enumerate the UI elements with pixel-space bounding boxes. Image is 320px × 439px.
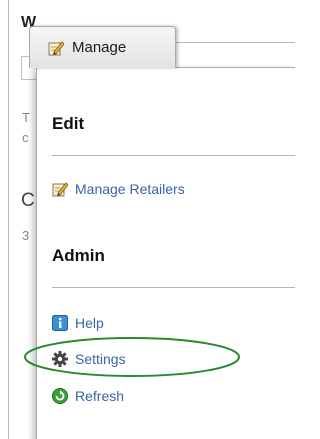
background-big-letter: C [21, 190, 35, 211]
manage-dropdown-panel: Edit Manage Retailers Admin Help Setting… [36, 67, 295, 439]
admin-section-title: Admin [52, 246, 105, 265]
manage-tab-label: Manage [72, 39, 127, 56]
background-small-digit: 3 [22, 228, 30, 243]
admin-section-divider [52, 287, 295, 288]
refresh-icon [52, 388, 68, 404]
menu-item-refresh[interactable]: Refresh [52, 388, 124, 404]
help-icon [52, 315, 68, 331]
background-divider [175, 42, 295, 43]
background-text-line-2: c [22, 130, 29, 145]
edit-section-title: Edit [52, 114, 85, 133]
screenshot-root: W T c C 3 Manage Edit Manage Retailers A… [0, 0, 295, 439]
menu-item-manage-retailers-label: Manage Retailers [75, 181, 185, 197]
menu-item-settings[interactable]: Settings [52, 351, 126, 367]
menu-item-help-label: Help [75, 315, 104, 331]
menu-item-help[interactable]: Help [52, 315, 104, 331]
edit-section-divider [52, 155, 295, 156]
pencil-icon [52, 181, 69, 197]
menu-item-refresh-label: Refresh [75, 388, 125, 404]
manage-tab-button[interactable]: Manage [29, 26, 176, 68]
background-text-line-1: T [22, 110, 30, 125]
gear-icon [52, 351, 68, 367]
menu-item-settings-label: Settings [75, 351, 126, 367]
pencil-icon [48, 40, 64, 56]
menu-item-manage-retailers[interactable]: Manage Retailers [52, 181, 185, 197]
